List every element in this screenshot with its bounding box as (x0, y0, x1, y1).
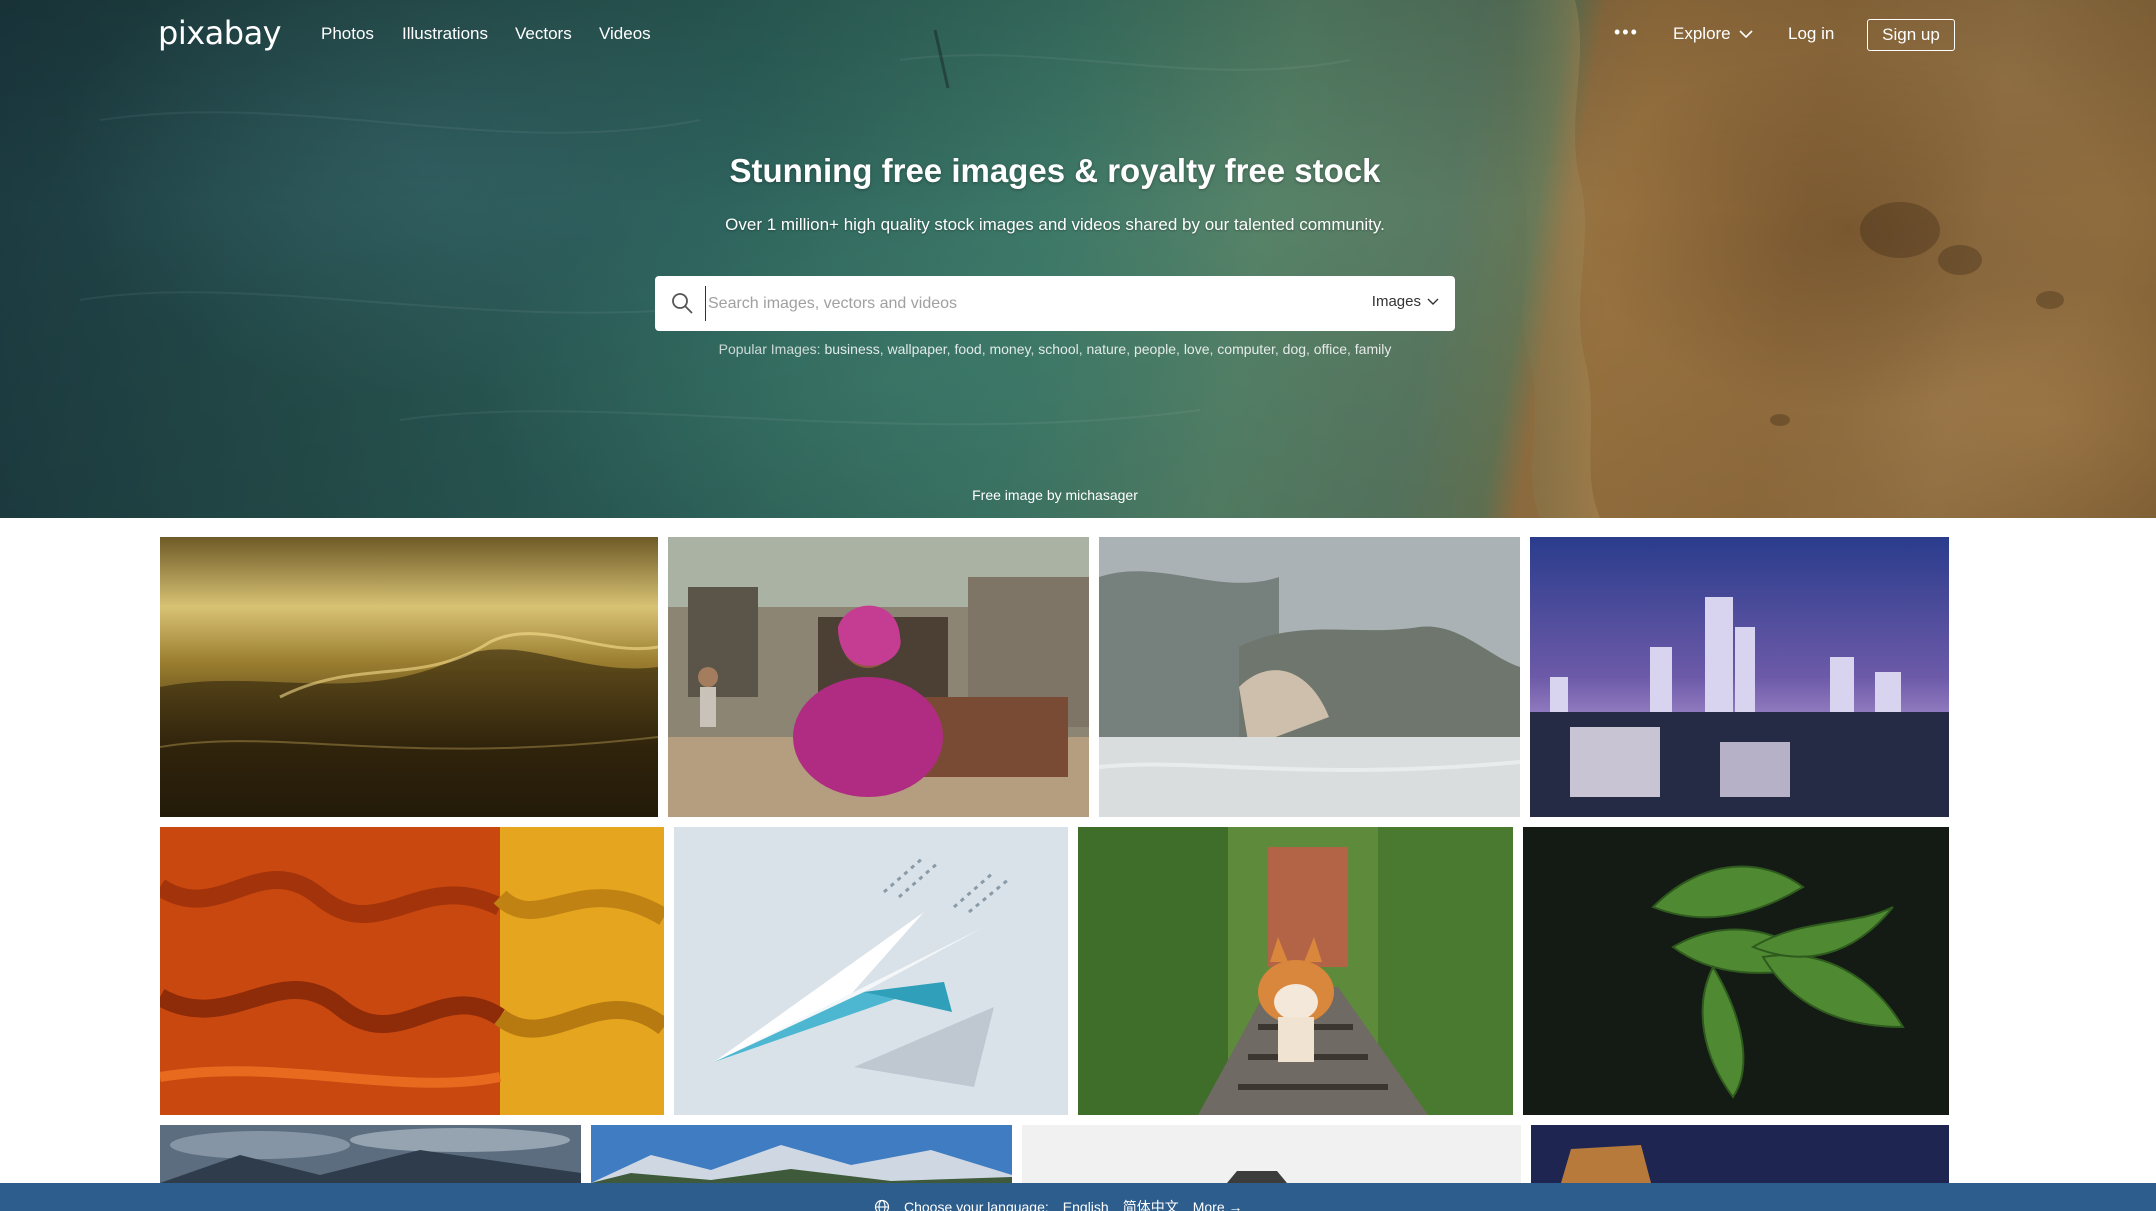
popular-tag[interactable]: love (1184, 341, 1210, 357)
corgi-photo (1078, 827, 1513, 1115)
explore-menu-button[interactable]: Explore (1673, 24, 1753, 44)
popular-tags: Popular Images: business, wallpaper, foo… (718, 341, 1392, 357)
popular-tag[interactable]: family (1355, 341, 1392, 357)
search-icon[interactable] (670, 291, 694, 315)
login-link[interactable]: Log in (1788, 24, 1834, 44)
minimal-object-photo (1022, 1125, 1521, 1183)
fabric-photo (160, 827, 664, 1115)
chevron-down-icon (1427, 298, 1439, 305)
popular-tag[interactable]: people (1134, 341, 1176, 357)
nav-illustrations-link[interactable]: Illustrations (402, 24, 488, 44)
gallery-image-minimal-object[interactable] (1022, 1125, 1521, 1183)
search-input[interactable] (705, 286, 1305, 321)
hero-title: Stunning free images & royalty free stoc… (729, 152, 1381, 189)
popular-tag[interactable]: nature (1087, 341, 1127, 357)
more-options-button[interactable]: ••• (1614, 22, 1639, 43)
gallery-image-night-building[interactable] (1531, 1125, 1949, 1183)
signup-button[interactable]: Sign up (1867, 19, 1955, 51)
city-skyline-photo (1530, 537, 1949, 817)
popular-label: Popular Images: (718, 341, 821, 357)
language-bar: Choose your language: English 简体中文 More … (0, 1183, 2156, 1211)
gallery-image-ocean-wave[interactable] (160, 537, 658, 817)
gallery-image-leaves[interactable] (1523, 827, 1949, 1115)
gallery-image-woman-sari[interactable] (668, 537, 1089, 817)
popular-tag[interactable]: business (824, 341, 879, 357)
search-type-label: Images (1371, 293, 1421, 310)
leaves-photo (1523, 827, 1949, 1115)
mountains-clouds-photo (160, 1125, 581, 1183)
hero-image-credit[interactable]: Free image by michasager (0, 487, 2110, 503)
pixabay-logo[interactable]: pixabay (158, 14, 282, 52)
search-type-dropdown[interactable]: Images (1372, 293, 1439, 310)
language-label: Choose your language: (904, 1199, 1049, 1211)
language-option-chinese[interactable]: 简体中文 (1123, 1197, 1179, 1211)
explore-label: Explore (1673, 24, 1731, 43)
gallery-image-snowy-mountains[interactable] (591, 1125, 1012, 1183)
ocean-wave-photo (160, 537, 658, 817)
snowy-mountains-photo (591, 1125, 1012, 1183)
gallery-image-corgi[interactable] (1078, 827, 1513, 1115)
gallery-image-city-skyline[interactable] (1530, 537, 1949, 817)
globe-icon (874, 1199, 890, 1211)
gallery-image-fabric[interactable] (160, 827, 664, 1115)
woman-sari-photo (668, 537, 1089, 817)
popular-tag[interactable]: school (1038, 341, 1078, 357)
popular-tag[interactable]: food (954, 341, 981, 357)
hero-background-image (79, 0, 2064, 518)
misty-cliffs-photo (1099, 537, 1520, 817)
language-more-link[interactable]: More → (1193, 1199, 1243, 1211)
hero-banner: pixabay Photos Illustrations Vectors Vid… (0, 0, 2156, 518)
hero-subtitle: Over 1 million+ high quality stock image… (725, 215, 1385, 234)
search-bar: Images (655, 276, 1455, 331)
night-building-photo (1531, 1125, 1949, 1183)
popular-tag[interactable]: computer (1217, 341, 1275, 357)
nav-vectors-link[interactable]: Vectors (515, 24, 572, 44)
popular-tag[interactable]: dog (1283, 341, 1306, 357)
paper-plane-illustration (674, 827, 1068, 1115)
nav-photos-link[interactable]: Photos (321, 24, 374, 44)
language-option-english[interactable]: English (1063, 1199, 1109, 1211)
gallery-image-paper-plane[interactable] (674, 827, 1068, 1115)
popular-tag[interactable]: office (1314, 341, 1347, 357)
gallery-image-mountains-clouds[interactable] (160, 1125, 581, 1183)
top-navigation: pixabay Photos Illustrations Vectors Vid… (0, 0, 2156, 72)
popular-tag[interactable]: money (989, 341, 1030, 357)
popular-tag[interactable]: wallpaper (888, 341, 947, 357)
chevron-down-icon (1739, 30, 1753, 39)
nav-videos-link[interactable]: Videos (599, 24, 651, 44)
gallery-image-misty-cliffs[interactable] (1099, 537, 1520, 817)
